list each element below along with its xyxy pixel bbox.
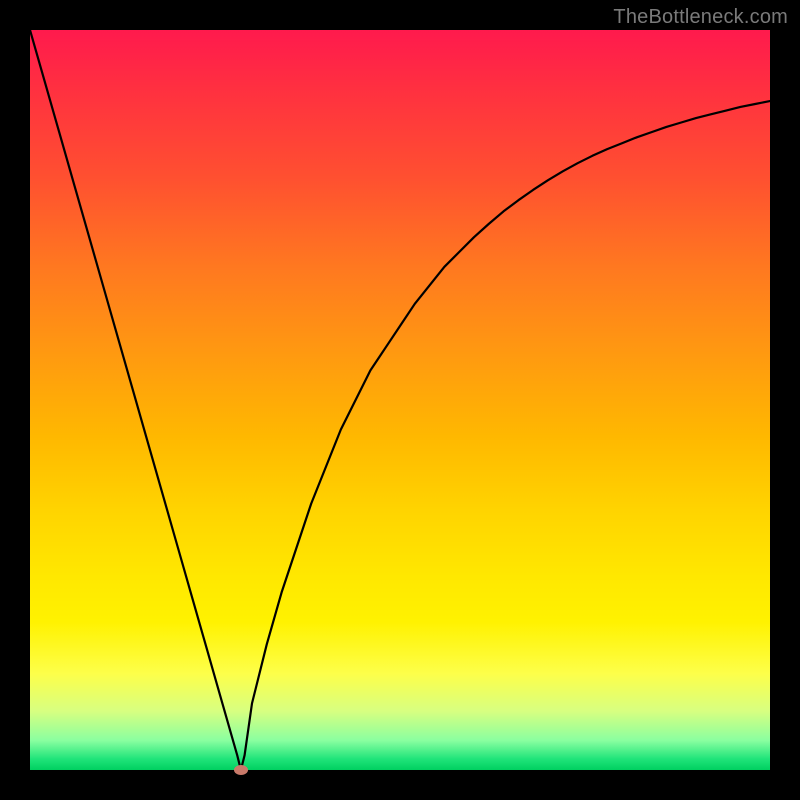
plot-area	[30, 30, 770, 770]
watermark-text: TheBottleneck.com	[613, 6, 788, 29]
bottleneck-curve	[30, 30, 770, 770]
chart-stage: TheBottleneck.com	[0, 0, 800, 800]
minimum-marker	[234, 765, 248, 775]
